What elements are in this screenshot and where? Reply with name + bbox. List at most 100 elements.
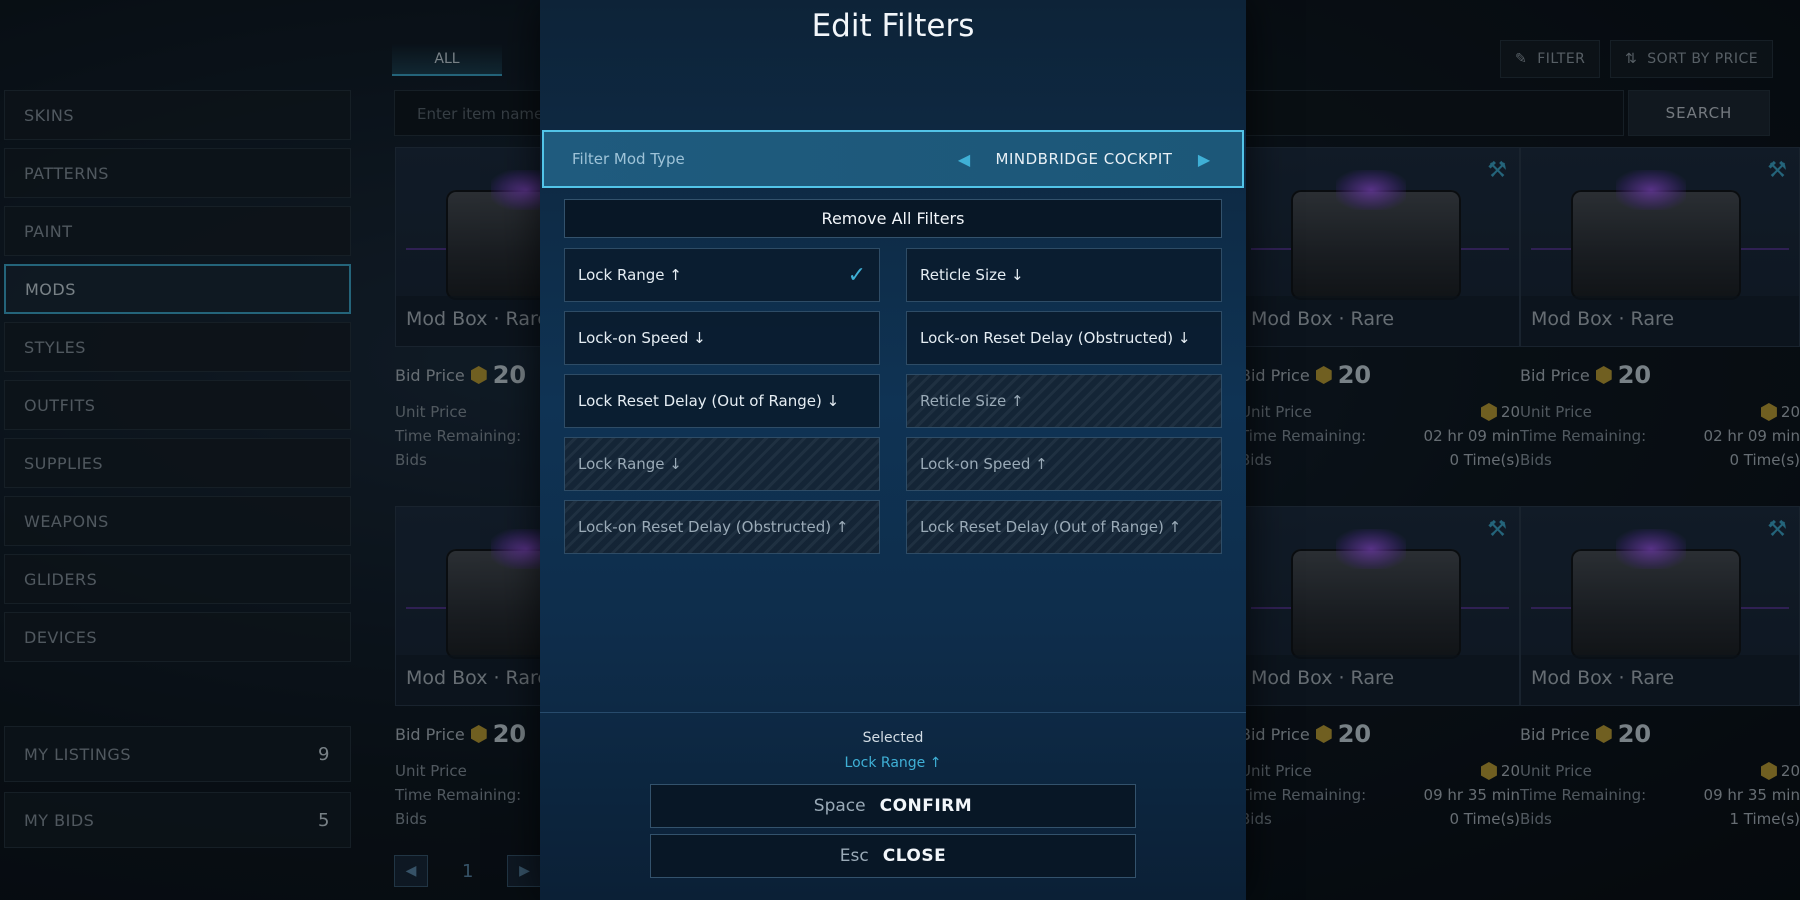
pagination: ◀ 1 ▶ [394,855,542,887]
sidebar-item-skins[interactable]: SKINS [4,90,351,140]
sidebar-item-gliders[interactable]: GLIDERS [4,554,351,604]
sidebar-item-supplies[interactable]: SUPPLIES [4,438,351,488]
mod-box-image: ⚒ Mod Box · Rare [1240,147,1520,347]
filter-option-label: Lock Range ↑ [578,266,682,284]
prev-page-button[interactable]: ◀ [394,855,428,887]
confirm-label: CONFIRM [879,796,973,816]
bids-value: 0 Time(s) [1449,451,1520,469]
sort-icon: ⇅ [1625,51,1638,67]
card-name: Mod Box · Rare [1521,296,1799,346]
bids-value: 0 Time(s) [1729,451,1800,469]
bids-label: Bids [395,451,427,469]
close-key-hint: Esc [839,846,869,866]
sidebar-item-outfits[interactable]: OUTFITS [4,380,351,430]
sidebar-item-weapons[interactable]: WEAPONS [4,496,351,546]
listing-card[interactable]: ⚒ Mod Box · Rare Bid Price 20 Unit Price 2… [1520,506,1800,828]
next-page-button[interactable]: ▶ [507,855,542,887]
bid-price-value: 20 [1617,720,1652,748]
filter-option-label: Reticle Size ↓ [920,266,1024,284]
bids-value: 0 Time(s) [1449,810,1520,828]
my-bids-button[interactable]: MY BIDS 5 [4,792,351,848]
filter-option[interactable]: Lock-on Speed ↓ [564,311,880,365]
listing-card[interactable]: ⚒ Mod Box · Rare Bid Price 20 Unit Price 2… [1240,147,1520,469]
listing-card[interactable]: ⚒ Mod Box · Rare Bid Price 20 Unit Price 2… [1240,506,1520,828]
coin-icon [1480,403,1497,421]
edit-icon: ✎ [1515,51,1528,67]
selected-label: Selected [862,730,924,746]
gavel-icon: ⚒ [1767,158,1787,183]
sidebar-item-mods[interactable]: MODS [4,264,351,314]
unit-price-value: 20 [1500,762,1520,780]
gavel-icon: ⚒ [1487,158,1507,183]
coin-icon [470,725,487,743]
card-name: Mod Box · Rare [1521,655,1799,705]
modal-divider [540,712,1246,713]
filter-option-label: Lock-on Speed ↓ [578,329,706,347]
filter-option-disabled: Reticle Size ↑ [906,374,1222,428]
bids-label: Bids [395,810,427,828]
sidebar-item-paint[interactable]: PAINT [4,206,351,256]
sidebar-item-styles[interactable]: STYLES [4,322,351,372]
time-remaining-label: Time Remaining: [1240,427,1367,445]
unit-price-label: Unit Price [395,762,467,780]
my-bids-count: 5 [318,809,330,831]
filter-option[interactable]: Reticle Size ↓ [906,248,1222,302]
tab-all[interactable]: ALL [392,44,502,76]
bids-label: Bids [1520,810,1552,828]
filter-option[interactable]: Lock Reset Delay (Out of Range) ↓ [564,374,880,428]
bid-price-label: Bid Price [395,724,465,744]
sidebar-item-patterns[interactable]: PATTERNS [4,148,351,198]
arrow-left-icon[interactable]: ◀ [954,150,974,169]
filter-option-label: Lock-on Speed ↑ [920,455,1048,473]
close-button[interactable]: Esc CLOSE [650,834,1136,878]
bid-price-label: Bid Price [1520,365,1590,385]
gavel-icon: ⚒ [1767,517,1787,542]
mod-box-image: ⚒ Mod Box · Rare [1520,506,1800,706]
filter-option-disabled: Lock-on Speed ↑ [906,437,1222,491]
listing-card[interactable]: ⚒ Mod Box · Rare Bid Price 20 Unit Price 2… [1520,147,1800,469]
close-label: CLOSE [882,846,947,866]
time-remaining-label: Time Remaining: [1520,427,1647,445]
sidebar-bottom: MY LISTINGS 9 MY BIDS 5 [4,726,351,858]
sidebar-item-devices[interactable]: DEVICES [4,612,351,662]
my-listings-count: 9 [318,743,330,765]
coin-icon [1480,762,1497,780]
unit-price-label: Unit Price [395,403,467,421]
coin-icon [1595,725,1612,743]
bids-label: Bids [1520,451,1552,469]
page-number: 1 [462,860,474,882]
bid-price-label: Bid Price [1520,724,1590,744]
coin-icon [1315,366,1332,384]
mod-box-image: ⚒ Mod Box · Rare [1520,147,1800,347]
confirm-button[interactable]: Space CONFIRM [650,784,1136,828]
filter-button[interactable]: ✎ FILTER [1500,40,1601,78]
arrow-right-icon[interactable]: ▶ [1194,150,1214,169]
bid-price-value: 20 [1617,361,1652,389]
card-name: Mod Box · Rare [1241,655,1519,705]
my-listings-button[interactable]: MY LISTINGS 9 [4,726,351,782]
bid-price-value: 20 [492,720,527,748]
coin-icon [470,366,487,384]
search-button[interactable]: SEARCH [1628,90,1770,136]
checkmark-icon: ✓ [847,262,866,288]
filter-option-label: Lock Range ↓ [578,455,682,473]
edit-filters-modal: Edit Filters Filter Mod Type ◀ MINDBRIDG… [540,0,1246,900]
sidebar: SKINS PATTERNS PAINT MODS STYLES OUTFITS… [4,90,351,670]
filter-mod-type-value: MINDBRIDGE COCKPIT [995,150,1173,168]
filter-option[interactable]: Lock Range ↑ ✓ [564,248,880,302]
filter-mod-type-selector[interactable]: Filter Mod Type ◀ MINDBRIDGE COCKPIT ▶ [542,130,1244,188]
time-remaining-value: 02 hr 09 min [1423,427,1520,445]
my-bids-label: MY BIDS [24,810,95,830]
remove-all-filters-button[interactable]: Remove All Filters [564,199,1222,238]
bid-price-value: 20 [492,361,527,389]
coin-icon [1760,762,1777,780]
sort-button[interactable]: ⇅ SORT BY PRICE [1610,40,1774,78]
bid-price-value: 20 [1337,720,1372,748]
filter-option-label: Lock Reset Delay (Out of Range) ↑ [920,518,1182,536]
filter-option[interactable]: Lock-on Reset Delay (Obstructed) ↓ [906,311,1222,365]
unit-price-value: 20 [1500,403,1520,421]
time-remaining-value: 09 hr 35 min [1703,786,1800,804]
sort-button-label: SORT BY PRICE [1647,51,1759,67]
time-remaining-label: Time Remaining: [395,427,522,445]
filter-option-label: Lock-on Reset Delay (Obstructed) ↑ [578,518,849,536]
